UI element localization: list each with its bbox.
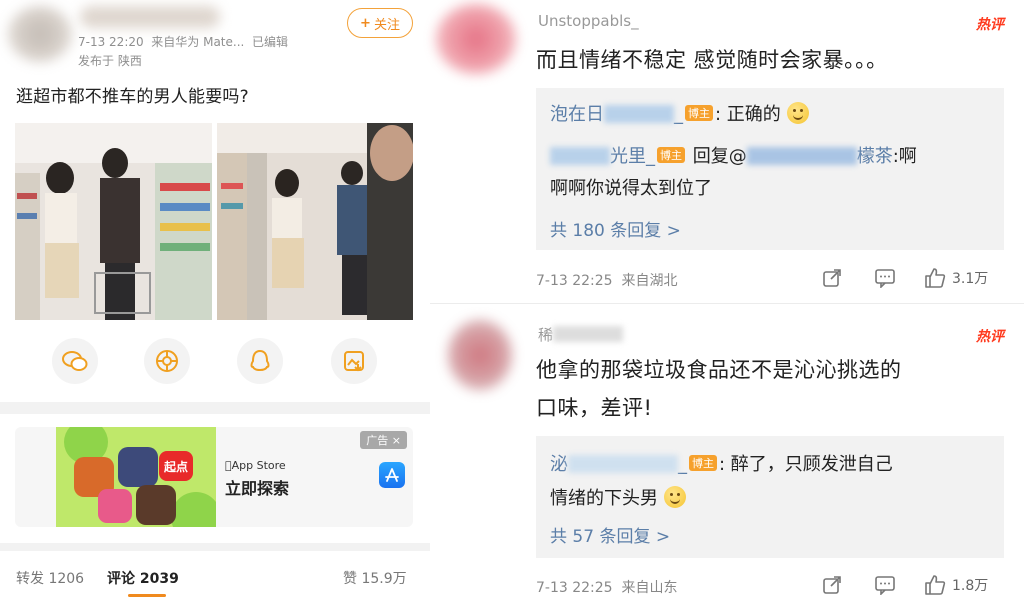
- comment-1-reply-button[interactable]: [874, 268, 896, 288]
- comment-1-meta: 7-13 22:25 来自湖北: [536, 270, 677, 290]
- tab-likes[interactable]: 赞 15.9万: [343, 568, 407, 588]
- comment-1-more-replies[interactable]: 共 180 条回复 >: [550, 216, 681, 241]
- smile-emoji-icon: [663, 486, 686, 508]
- reply-1-2[interactable]: 光里_ 博主 回复@ 檬茶:啊: [550, 142, 917, 168]
- share-moments-button[interactable]: [144, 338, 190, 384]
- post-meta: 7-13 22:20 来自华为 Mate... 已编辑: [78, 33, 288, 50]
- reply-2-1-cont: 情绪的下头男: [550, 484, 686, 510]
- comment-separator: [430, 303, 1024, 304]
- post-location: 发布于 陕西: [78, 54, 142, 68]
- share-icon: [823, 576, 841, 594]
- comment-2-like-count: 1.8万: [952, 578, 989, 594]
- comment-2-reply-button[interactable]: [874, 575, 896, 595]
- plus-icon: +: [360, 15, 371, 31]
- section-divider: [0, 402, 430, 414]
- comment-1-avatar-redacted: [436, 4, 516, 74]
- appstore-label: App Store: [225, 459, 286, 472]
- thumbs-up-icon: [925, 575, 946, 595]
- ad-game-image: 起点: [56, 427, 221, 527]
- ad-cta[interactable]: 立即探索: [225, 475, 289, 499]
- comment-1-username[interactable]: Unstoppabls_: [538, 12, 639, 30]
- post-source: 来自华为 Mate...: [151, 35, 245, 49]
- comment-2-like-button[interactable]: 1.8万: [924, 574, 988, 596]
- name-redacted: [553, 326, 624, 342]
- comments-panel: Unstoppabls_ 热评 而且情绪不稳定 感觉随时会家暴。。。 泡在日 _ 博…: [430, 0, 1024, 605]
- save-image-icon: [344, 351, 364, 372]
- share-wechat-button[interactable]: [52, 338, 98, 384]
- comment-2-hot-tag: 热评: [976, 329, 1004, 345]
- appstore-icon[interactable]: [379, 462, 405, 488]
- active-tab-indicator: [128, 594, 166, 597]
- follow-label: 关注: [373, 17, 400, 33]
- qq-icon: [250, 349, 270, 371]
- post-photo-2[interactable]: [217, 123, 413, 320]
- share-icon: [823, 269, 841, 287]
- ad-tile-text: 起点: [163, 459, 188, 474]
- post-photo-1[interactable]: [15, 123, 212, 320]
- comment-1-like-count: 3.1万: [952, 271, 989, 287]
- comment-2-username[interactable]: 稀: [538, 324, 624, 345]
- reply-1-1[interactable]: 泡在日 _ 博主: 正确的: [550, 100, 809, 126]
- follow-button[interactable]: + 关注: [347, 8, 413, 38]
- comment-2-origin: 来自山东: [621, 580, 678, 596]
- name-redacted: [568, 455, 678, 473]
- ad-card[interactable]: 起点 广告 × App Store 立即探索: [15, 427, 413, 527]
- comment-2-share-button[interactable]: [822, 575, 842, 595]
- comment-1-date: 7-13 22:25: [536, 273, 613, 289]
- post-timestamp: 7-13 22:20: [78, 35, 144, 49]
- name-redacted: [550, 147, 610, 165]
- post-tabs: 转发 1206 评论 2039 赞 15.9万: [0, 560, 430, 600]
- comment-1-replies: 泡在日 _ 博主: 正确的 光里_ 博主 回复@ 檬茶:啊 啊啊你说得太到位了 共 18…: [536, 88, 1004, 250]
- smile-emoji-icon: [786, 102, 809, 124]
- save-image-button[interactable]: [331, 338, 377, 384]
- moments-icon: [156, 350, 178, 372]
- comment-2-text-line-2: 口味，差评!: [536, 396, 653, 420]
- comment-icon: [875, 269, 895, 288]
- comment-2-more-replies[interactable]: 共 57 条回复 >: [550, 522, 670, 547]
- username-redacted: [80, 6, 220, 28]
- tab-repost[interactable]: 转发 1206: [16, 568, 84, 588]
- author-badge: 博主: [685, 105, 713, 121]
- section-divider-2: [0, 543, 430, 551]
- apple-icon: : [225, 459, 232, 472]
- author-badge: 博主: [689, 455, 717, 471]
- comment-2-avatar-redacted: [448, 320, 512, 390]
- comment-1-share-button[interactable]: [822, 268, 842, 288]
- comment-icon: [875, 576, 895, 595]
- author-badge: 博主: [657, 147, 685, 163]
- share-qq-button[interactable]: [237, 338, 283, 384]
- thumbs-up-icon: [925, 268, 946, 288]
- comment-1-origin: 来自湖北: [621, 273, 678, 289]
- share-row: [0, 338, 430, 384]
- reply-2-1[interactable]: 泌 _ 博主: 醉了，只顾发泄自己: [550, 450, 893, 476]
- comment-2-replies: 泌 _ 博主: 醉了，只顾发泄自己 情绪的下头男 共 57 条回复 >: [536, 436, 1004, 558]
- avatar-redacted: [8, 6, 72, 62]
- wechat-icon: [62, 351, 88, 371]
- comment-2-meta: 7-13 22:25 来自山东: [536, 577, 677, 597]
- comment-2-text-line-1: 他拿的那袋垃圾食品还不是沁沁挑选的: [536, 358, 902, 382]
- reply-1-2-cont: 啊啊你说得太到位了: [550, 178, 712, 199]
- comment-2-date: 7-13 22:25: [536, 580, 613, 596]
- comment-1-like-button[interactable]: 3.1万: [924, 267, 988, 289]
- post-edited: 已编辑: [251, 35, 288, 49]
- ad-close-badge[interactable]: 广告 ×: [360, 431, 407, 449]
- post-text: 逛超市都不推车的男人能要吗?: [16, 87, 249, 107]
- comment-1-hot-tag: 热评: [976, 17, 1004, 33]
- mention-redacted: [746, 147, 857, 165]
- name-redacted: [604, 105, 674, 123]
- post-panel: 7-13 22:20 来自华为 Mate... 已编辑 发布于 陕西 + 关注 …: [0, 0, 430, 605]
- tab-comments[interactable]: 评论 2039: [107, 568, 179, 588]
- comment-1-text: 而且情绪不稳定 感觉随时会家暴。。。: [536, 48, 888, 72]
